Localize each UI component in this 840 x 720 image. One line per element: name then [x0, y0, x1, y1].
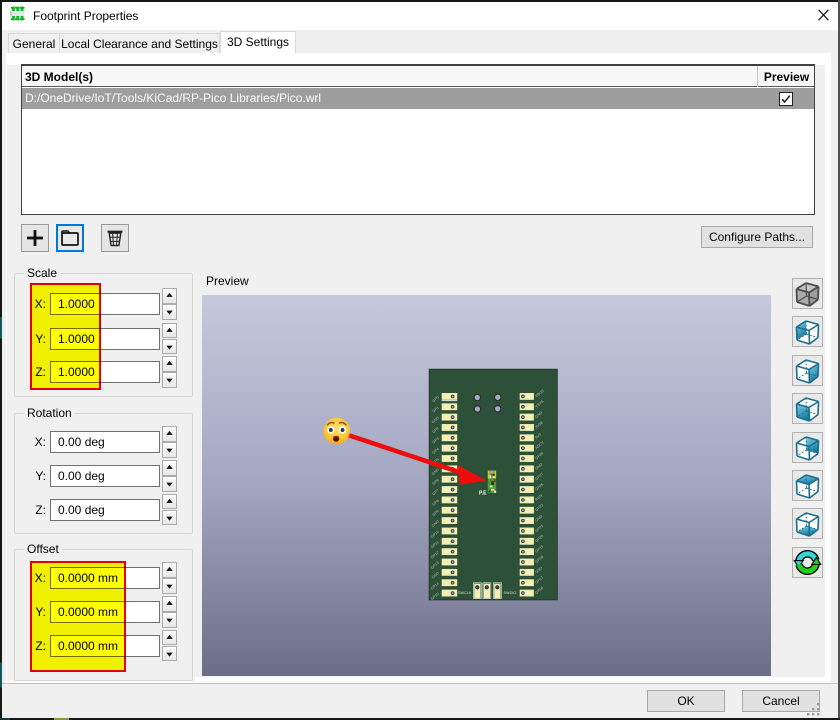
svg-text:SWCLK: SWCLK [458, 591, 472, 595]
svg-text:SWDIO: SWDIO [504, 591, 517, 595]
svg-text:P.E: P.E [479, 490, 487, 496]
